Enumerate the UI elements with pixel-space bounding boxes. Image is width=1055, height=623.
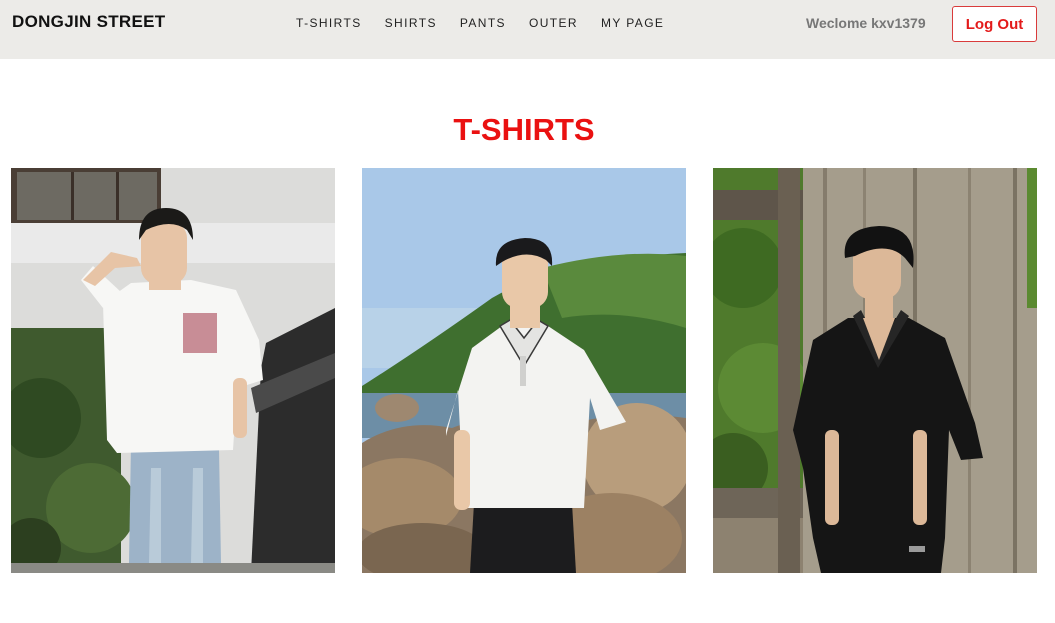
product-card-white-graphic-tee[interactable] [11, 168, 335, 573]
welcome-text: Weclome kxv1379 [806, 15, 926, 31]
product-photo-white-polo-shirt [362, 168, 686, 573]
nav-item-my-page[interactable]: MY PAGE [601, 16, 664, 30]
product-photo-black-open-collar-shirt [713, 168, 1037, 573]
nav-item-shirts[interactable]: SHIRTS [385, 16, 437, 30]
nav-item-t-shirts[interactable]: T-SHIRTS [296, 16, 362, 30]
product-photo-white-graphic-tee [11, 168, 335, 573]
nav-item-pants[interactable]: PANTS [460, 16, 506, 30]
brand-logo[interactable]: DONGJIN STREET [12, 12, 165, 32]
main-nav: T-SHIRTS SHIRTS PANTS OUTER MY PAGE [296, 16, 687, 30]
product-card-white-polo[interactable] [362, 168, 686, 573]
logout-button[interactable]: Log Out [952, 6, 1037, 42]
nav-item-outer[interactable]: OUTER [529, 16, 578, 30]
product-card-black-shirt[interactable] [713, 168, 1037, 573]
page-title: T-SHIRTS [453, 112, 595, 147]
top-navbar: DONGJIN STREET T-SHIRTS SHIRTS PANTS OUT… [0, 0, 1055, 59]
